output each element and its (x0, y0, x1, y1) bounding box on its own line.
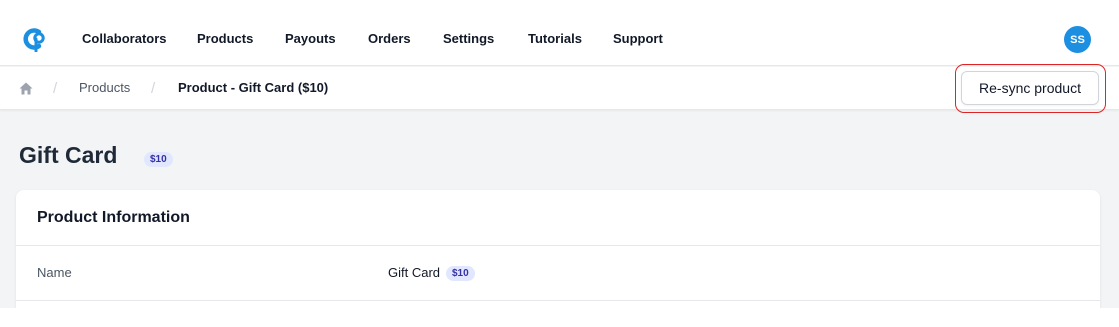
breadcrumb-separator: / (151, 80, 156, 97)
nav-orders[interactable]: Orders (368, 31, 411, 46)
card-title: Product Information (37, 209, 190, 226)
nav-tutorials[interactable]: Tutorials (528, 31, 582, 46)
user-avatar[interactable]: SS (1064, 26, 1091, 53)
page-title: Gift Card (19, 142, 118, 168)
breadcrumb: / Products / Product - Gift Card ($10) (0, 67, 1119, 110)
breadcrumb-products[interactable]: Products (79, 80, 130, 95)
price-badge: $10 (144, 152, 173, 167)
name-label: Name (37, 265, 72, 280)
nav-support[interactable]: Support (613, 31, 663, 46)
nav-products[interactable]: Products (197, 31, 253, 46)
top-navigation: Collaborators Products Payouts Orders Se… (0, 12, 1119, 66)
home-icon[interactable] (19, 82, 33, 95)
card-header: Product Information (16, 190, 1100, 246)
app-window: Collaborators Products Payouts Orders Se… (0, 12, 1119, 308)
breadcrumb-separator: / (53, 80, 58, 97)
product-information-card: Product Information Name Gift Card $10 (16, 190, 1100, 308)
resync-product-button[interactable]: Re-sync product (961, 71, 1099, 105)
cp-logo-icon[interactable] (22, 26, 48, 52)
breadcrumb-current: Product - Gift Card ($10) (178, 80, 329, 95)
name-value: Gift Card (388, 265, 441, 280)
name-price-badge: $10 (446, 266, 475, 281)
nav-payouts[interactable]: Payouts (285, 31, 336, 46)
nav-settings[interactable]: Settings (443, 31, 494, 46)
nav-collaborators[interactable]: Collaborators (82, 31, 167, 46)
row-divider (16, 300, 1100, 301)
